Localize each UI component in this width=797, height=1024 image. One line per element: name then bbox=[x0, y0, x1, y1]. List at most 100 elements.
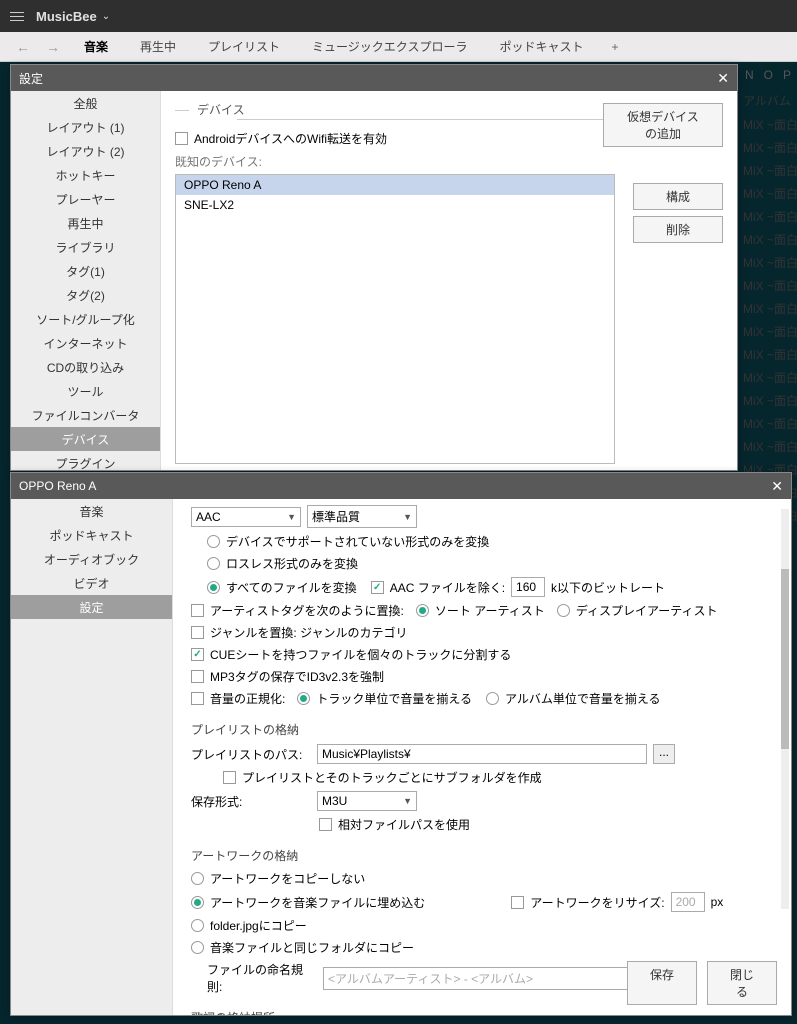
normalize-track-radio[interactable] bbox=[297, 692, 310, 705]
settings-nav-item[interactable]: 再生中 bbox=[11, 211, 160, 235]
device-nav-item[interactable]: 設定 bbox=[11, 595, 172, 619]
configure-button[interactable]: 構成 bbox=[633, 183, 723, 210]
settings-nav-item[interactable]: タグ(2) bbox=[11, 283, 160, 307]
artwork-nocopy-radio[interactable] bbox=[191, 872, 204, 885]
alpha-index[interactable]: N O P bbox=[741, 62, 797, 88]
filename-rule-input[interactable]: <アルバムアーティスト> - <アルバム> bbox=[323, 967, 653, 990]
bitrate-input[interactable]: 160 bbox=[511, 577, 545, 597]
replace-artist-checkbox[interactable] bbox=[191, 604, 204, 617]
add-tab-button[interactable]: + bbox=[599, 40, 630, 54]
artwork-samefolder-radio[interactable] bbox=[191, 941, 204, 954]
device-nav: 音楽ポッドキャストオーディオブックビデオ設定 bbox=[11, 499, 173, 1015]
device-item[interactable]: SNE-LX2 bbox=[176, 195, 614, 215]
settings-nav-item[interactable]: インターネット bbox=[11, 331, 160, 355]
album-item[interactable]: MiX ~面白 bbox=[741, 113, 797, 136]
artwork-folderjpg-radio[interactable] bbox=[191, 919, 204, 932]
settings-dialog: 設定 ✕ 全般レイアウト (1)レイアウト (2)ホットキープレーヤー再生中ライ… bbox=[10, 64, 738, 471]
device-settings-dialog: OPPO Reno A ✕ 音楽ポッドキャストオーディオブックビデオ設定 AAC… bbox=[10, 472, 792, 1016]
scrollbar[interactable] bbox=[781, 509, 789, 909]
album-item[interactable]: MiX ~面白 bbox=[741, 182, 797, 205]
settings-nav-item[interactable]: ツール bbox=[11, 379, 160, 403]
display-artist-radio[interactable] bbox=[557, 604, 570, 617]
close-button[interactable]: 閉じる bbox=[707, 961, 777, 1005]
settings-nav-item[interactable]: CDの取り込み bbox=[11, 355, 160, 379]
main-tabbar: ← → 音楽 再生中 プレイリスト ミュージックエクスプローラ ポッドキャスト … bbox=[0, 32, 797, 62]
device-list[interactable]: OPPO Reno A SNE-LX2 bbox=[175, 174, 615, 464]
close-icon[interactable]: ✕ bbox=[771, 478, 783, 495]
convert-unsupported-radio[interactable] bbox=[207, 535, 220, 548]
dialog-titlebar[interactable]: 設定 ✕ bbox=[11, 65, 737, 91]
album-item[interactable]: MiX ~面白 bbox=[741, 251, 797, 274]
device-nav-item[interactable]: ポッドキャスト bbox=[11, 523, 172, 547]
normalize-album-radio[interactable] bbox=[486, 692, 499, 705]
wifi-transfer-checkbox[interactable] bbox=[175, 132, 188, 145]
album-item[interactable]: MiX ~面白 bbox=[741, 389, 797, 412]
close-icon[interactable]: ✕ bbox=[717, 70, 729, 87]
artwork-resize-checkbox[interactable] bbox=[511, 896, 524, 909]
save-button[interactable]: 保存 bbox=[627, 961, 697, 1005]
delete-button[interactable]: 削除 bbox=[633, 216, 723, 243]
convert-lossless-radio[interactable] bbox=[207, 557, 220, 570]
library-sidebar: N O P アルバム MiX ~面白MiX ~面白MiX ~面白MiX ~面白M… bbox=[741, 62, 797, 527]
menu-icon[interactable] bbox=[10, 12, 24, 21]
device-nav-item[interactable]: 音楽 bbox=[11, 499, 172, 523]
settings-nav-item[interactable]: ファイルコンバータ bbox=[11, 403, 160, 427]
tab-playlists[interactable]: プレイリスト bbox=[192, 32, 296, 61]
artwork-resize-input[interactable]: 200 bbox=[671, 892, 705, 912]
tab-podcasts[interactable]: ポッドキャスト bbox=[483, 32, 599, 61]
album-item[interactable]: MiX ~面白 bbox=[741, 297, 797, 320]
album-item[interactable]: MiX ~面白 bbox=[741, 366, 797, 389]
settings-nav-item[interactable]: タグ(1) bbox=[11, 259, 160, 283]
lyrics-section: 歌詞の格納場所 bbox=[191, 1009, 777, 1015]
dialog-title: 設定 bbox=[19, 70, 43, 87]
scrollbar-thumb[interactable] bbox=[781, 569, 789, 749]
settings-nav-item[interactable]: レイアウト (1) bbox=[11, 115, 160, 139]
album-item[interactable]: MiX ~面白 bbox=[741, 136, 797, 159]
album-item[interactable]: MiX ~面白 bbox=[741, 320, 797, 343]
settings-nav-item[interactable]: 全般 bbox=[11, 91, 160, 115]
album-item[interactable]: MiX ~面白 bbox=[741, 205, 797, 228]
app-title: MusicBee bbox=[36, 9, 97, 24]
artwork-section: アートワークの格納 bbox=[191, 847, 777, 864]
album-item[interactable]: MiX ~面白 bbox=[741, 159, 797, 182]
settings-nav-item[interactable]: レイアウト (2) bbox=[11, 139, 160, 163]
relative-path-checkbox[interactable] bbox=[319, 818, 332, 831]
cue-split-checkbox[interactable] bbox=[191, 648, 204, 661]
nav-forward-icon[interactable]: → bbox=[38, 39, 68, 55]
sort-artist-radio[interactable] bbox=[416, 604, 429, 617]
tab-nowplaying[interactable]: 再生中 bbox=[124, 32, 192, 61]
normalize-checkbox[interactable] bbox=[191, 692, 204, 705]
chevron-down-icon[interactable]: ⌄ bbox=[102, 11, 110, 22]
playlist-section: プレイリストの格納 bbox=[191, 721, 777, 738]
id3-force-checkbox[interactable] bbox=[191, 670, 204, 683]
add-virtual-device-button[interactable]: 仮想デバイスの追加 bbox=[603, 103, 723, 147]
browse-button[interactable]: ... bbox=[653, 744, 675, 764]
tab-explorer[interactable]: ミュージックエクスプローラ bbox=[296, 32, 483, 61]
settings-nav-item[interactable]: ソート/グループ化 bbox=[11, 307, 160, 331]
exclude-aac-checkbox[interactable] bbox=[371, 581, 384, 594]
settings-nav-item[interactable]: ホットキー bbox=[11, 163, 160, 187]
playlist-path-input[interactable]: Music¥Playlists¥ bbox=[317, 744, 647, 764]
dialog-titlebar[interactable]: OPPO Reno A ✕ bbox=[11, 473, 791, 499]
artwork-embed-radio[interactable] bbox=[191, 896, 204, 909]
dialog-title: OPPO Reno A bbox=[19, 479, 96, 493]
album-item[interactable]: MiX ~面白 bbox=[741, 343, 797, 366]
settings-nav-item[interactable]: デバイス bbox=[11, 427, 160, 451]
album-item[interactable]: MiX ~面白 bbox=[741, 412, 797, 435]
save-format-select[interactable]: M3U▼ bbox=[317, 791, 417, 811]
device-item[interactable]: OPPO Reno A bbox=[176, 175, 614, 195]
album-item[interactable]: MiX ~面白 bbox=[741, 228, 797, 251]
album-item[interactable]: MiX ~面白 bbox=[741, 274, 797, 297]
settings-nav-item[interactable]: ライブラリ bbox=[11, 235, 160, 259]
device-nav-item[interactable]: オーディオブック bbox=[11, 547, 172, 571]
convert-all-radio[interactable] bbox=[207, 581, 220, 594]
quality-select[interactable]: 標準品質▼ bbox=[307, 505, 417, 528]
nav-back-icon[interactable]: ← bbox=[8, 39, 38, 55]
replace-genre-checkbox[interactable] bbox=[191, 626, 204, 639]
settings-nav-item[interactable]: プレーヤー bbox=[11, 187, 160, 211]
tab-music[interactable]: 音楽 bbox=[68, 32, 124, 61]
codec-select[interactable]: AAC▼ bbox=[191, 507, 301, 527]
device-nav-item[interactable]: ビデオ bbox=[11, 571, 172, 595]
album-item[interactable]: MiX ~面白 bbox=[741, 435, 797, 458]
playlist-subfolder-checkbox[interactable] bbox=[223, 771, 236, 784]
